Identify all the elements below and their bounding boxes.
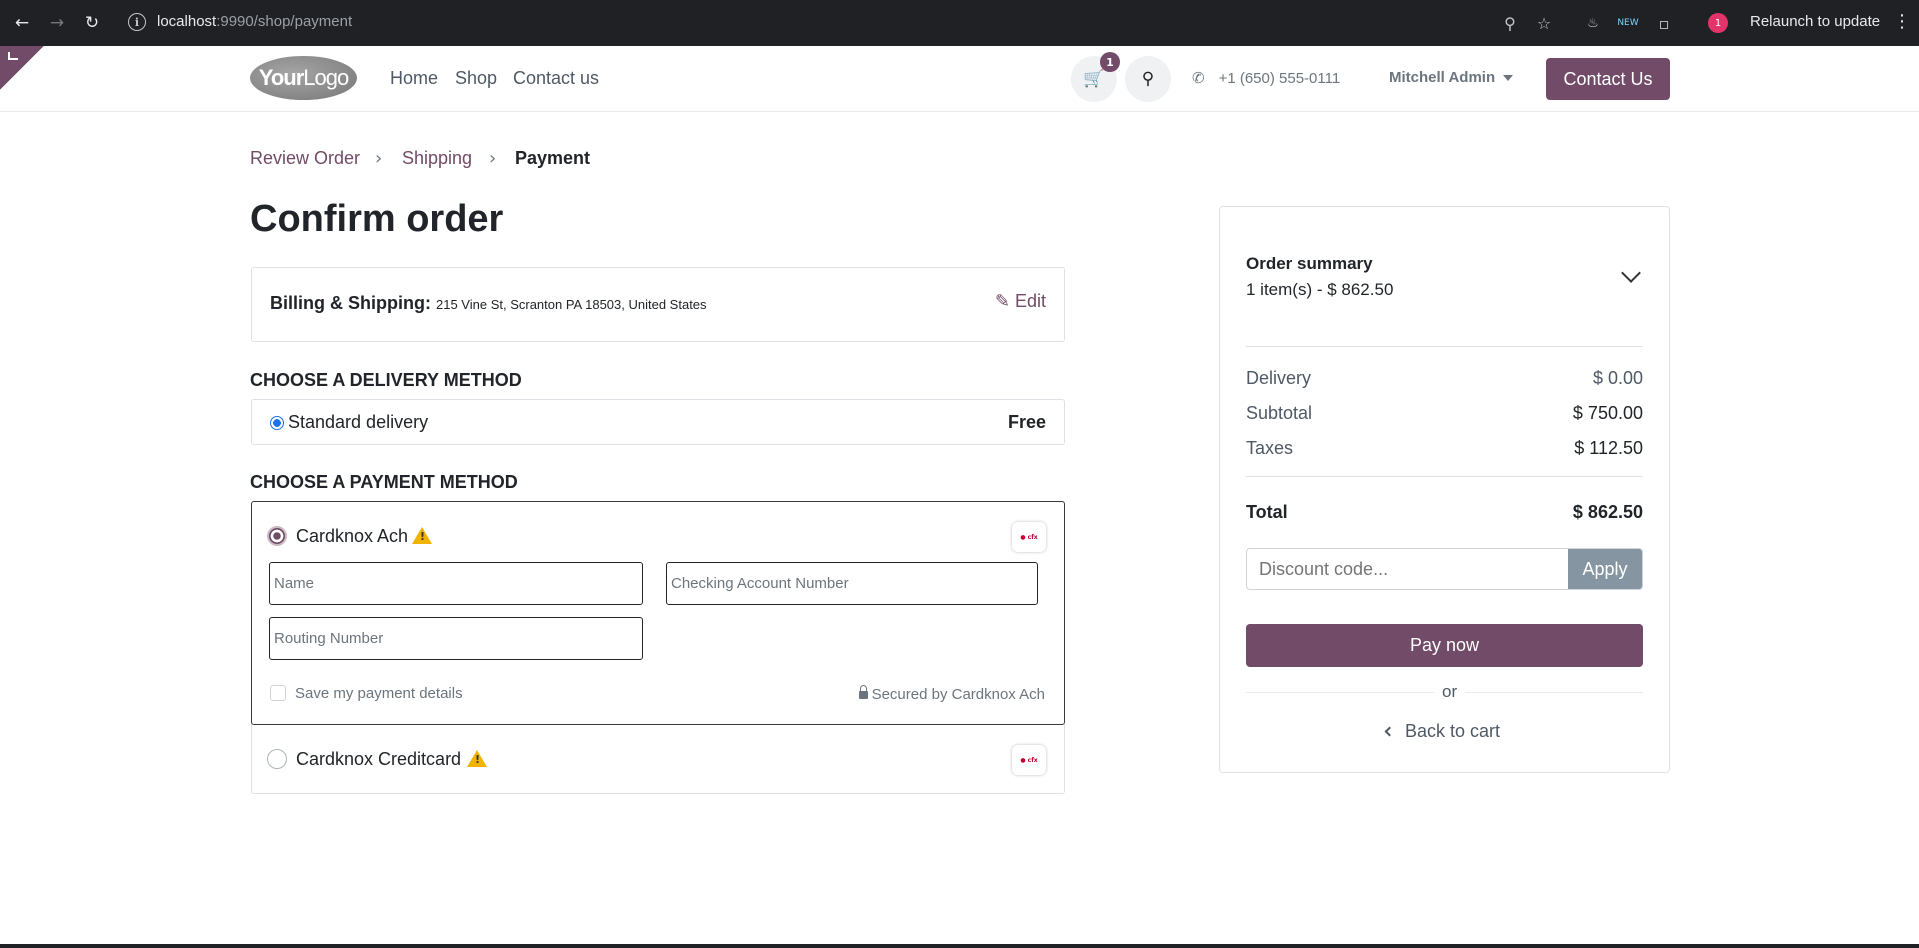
back-arrow-icon[interactable]: ←	[10, 11, 34, 35]
divider	[1246, 346, 1643, 347]
nav-contact-us[interactable]: Contact us	[513, 68, 599, 89]
phone-link[interactable]: ✆ +1 (650) 555-0111	[1192, 69, 1340, 87]
save-details-checkbox[interactable]	[270, 685, 286, 701]
profile-avatar[interactable]: 1	[1708, 13, 1728, 33]
search-icon: ⚲	[1141, 69, 1155, 89]
divider	[1246, 476, 1643, 477]
payment-heading: CHOOSE A PAYMENT METHOD	[250, 472, 518, 492]
delivery-method-name: Standard delivery	[288, 412, 429, 432]
page-title: Confirm order	[250, 198, 504, 240]
chevron-down-icon	[1503, 75, 1514, 82]
billing-shipping-box: Billing & Shipping: 215 Vine St, Scranto…	[251, 267, 1065, 342]
name-field[interactable]: Name	[269, 562, 643, 605]
contact-us-button[interactable]: Contact Us	[1546, 58, 1670, 100]
chevron-left-icon	[1384, 726, 1395, 737]
pencil-icon: ✎	[994, 291, 1010, 311]
nav-shop[interactable]: Shop	[455, 68, 497, 89]
or-separator: or	[1434, 682, 1466, 702]
extensions-puzzle-icon[interactable]: ▫	[1652, 11, 1676, 35]
discount-code-input[interactable]	[1247, 549, 1569, 589]
nav-home[interactable]: Home	[390, 68, 438, 89]
subtotal-row: Subtotal $ 750.00	[1246, 403, 1643, 423]
ach-radio[interactable]	[267, 526, 287, 546]
warning-icon	[467, 750, 487, 767]
search-button[interactable]: ⚲	[1125, 56, 1171, 102]
order-summary-items: 1 item(s) - $ 862.50	[1246, 280, 1394, 299]
window-bottom-edge	[0, 944, 1919, 948]
cart-count-badge: 1	[1100, 52, 1120, 72]
order-summary-title: Order summary	[1246, 254, 1373, 273]
warning-icon	[412, 527, 432, 544]
checking-account-field[interactable]: Checking Account Number	[666, 562, 1038, 605]
breadcrumb-review-order[interactable]: Review Order	[250, 148, 360, 169]
zoom-icon[interactable]: ⚲	[1498, 11, 1522, 35]
browser-menu-icon[interactable]: ⋮	[1893, 11, 1911, 32]
apply-button[interactable]: Apply	[1568, 549, 1642, 589]
breadcrumb-payment: Payment	[515, 148, 591, 168]
phone-icon: ✆	[1192, 70, 1205, 87]
billing-label: Billing & Shipping: 215 Vine St, Scranto…	[270, 293, 707, 313]
delivery-price: Free	[1007, 412, 1046, 432]
routing-number-field[interactable]: Routing Number	[269, 617, 643, 660]
ach-option-label: Cardknox Ach	[296, 526, 409, 546]
forward-arrow-icon[interactable]: →	[45, 11, 69, 35]
lock-icon	[858, 685, 868, 699]
discount-group: Apply	[1246, 548, 1643, 590]
billing-address: 215 Vine St, Scranton PA 18503, United S…	[436, 297, 707, 312]
delivery-row: Delivery $ 0.00	[1246, 368, 1643, 388]
taxes-row: Taxes $ 112.50	[1246, 438, 1643, 458]
total-row: Total $ 862.50	[1246, 502, 1643, 522]
edit-address-button[interactable]: ✎ Edit	[995, 291, 1046, 312]
bookmark-star-icon[interactable]: ☆	[1532, 11, 1556, 35]
back-to-cart-link[interactable]: Back to cart	[1384, 721, 1500, 742]
extension-icon[interactable]: ♨	[1581, 11, 1605, 35]
delivery-option[interactable]: Standard delivery Free	[251, 399, 1065, 445]
chevron-right-icon: ›	[489, 148, 497, 169]
cardknox-logo-icon: ● cfx	[1012, 522, 1046, 552]
delivery-radio[interactable]	[270, 416, 284, 430]
relaunch-button[interactable]: Relaunch to update	[1750, 13, 1880, 30]
reload-icon[interactable]: ↻	[80, 11, 104, 35]
address-bar[interactable]: localhost:9990/shop/payment	[157, 13, 352, 30]
creditcard-radio[interactable]	[267, 749, 287, 769]
site-info-icon[interactable]: i	[128, 13, 146, 31]
cardknox-logo-icon: ● cfx	[1012, 745, 1046, 775]
pay-now-button[interactable]: Pay now	[1246, 624, 1643, 667]
secured-by-label: Secured by Cardknox Ach	[858, 685, 1045, 703]
save-details-label: Save my payment details	[295, 685, 463, 702]
browser-toolbar: ← → ↻ i localhost:9990/shop/payment ⚲ ☆ …	[0, 0, 1919, 46]
delivery-heading: CHOOSE A DELIVERY METHOD	[250, 370, 522, 390]
new-extension-icon[interactable]: NEW	[1616, 11, 1640, 35]
edit-corner-icon[interactable]	[0, 46, 44, 90]
breadcrumb-shipping[interactable]: Shipping	[402, 148, 472, 169]
user-menu[interactable]: Mitchell Admin	[1389, 69, 1514, 86]
site-logo[interactable]: Your Logo	[250, 56, 357, 100]
creditcard-option-label[interactable]: Cardknox Creditcard	[296, 749, 461, 770]
chevron-right-icon: ›	[375, 148, 383, 169]
cart-icon: 🛒	[1083, 69, 1105, 89]
